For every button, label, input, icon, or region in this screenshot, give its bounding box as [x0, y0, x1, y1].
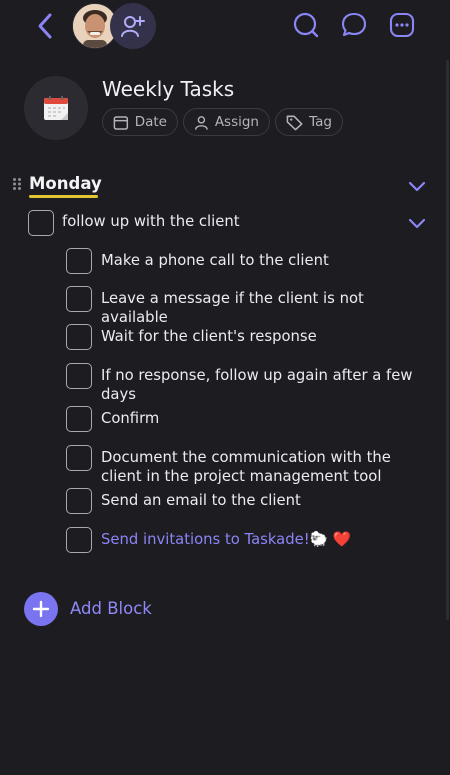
subtask[interactable]: Leave a message if the client is not ava…	[101, 289, 431, 327]
tag-icon	[286, 115, 303, 130]
more-options-button[interactable]	[385, 8, 419, 42]
date-chip-label: Date	[134, 114, 167, 130]
subtask-checkbox[interactable]	[66, 363, 92, 389]
add-person-icon	[121, 16, 145, 37]
chevron-down-icon	[408, 218, 426, 229]
add-block-label[interactable]: Add Block	[70, 599, 152, 618]
tag-chip-label: Tag	[309, 114, 332, 130]
chat-button[interactable]	[337, 8, 371, 42]
page-title[interactable]: Weekly Tasks	[102, 77, 234, 101]
collapse-task-button[interactable]	[406, 212, 428, 234]
person-icon	[195, 115, 208, 130]
chat-bubble-icon	[341, 12, 367, 37]
subtask-checkbox[interactable]	[66, 527, 92, 553]
tag-chip[interactable]: Tag	[275, 108, 343, 136]
subtask[interactable]: Wait for the client's response	[101, 327, 431, 346]
subtask-checkbox[interactable]	[66, 445, 92, 471]
subtask-checkbox[interactable]	[66, 324, 92, 350]
search-button[interactable]	[289, 8, 323, 42]
subtask[interactable]: If no response, follow up again after a …	[101, 366, 421, 404]
more-options-icon	[389, 12, 415, 38]
plus-icon	[32, 600, 50, 618]
subtask[interactable]: Document the communication with the clie…	[101, 448, 436, 486]
date-chip[interactable]: Date	[102, 108, 178, 136]
subtask[interactable]: Make a phone call to the client	[101, 251, 431, 270]
section-heading[interactable]: Monday	[29, 174, 102, 193]
subtask-checkbox[interactable]	[66, 248, 92, 274]
calendar-icon	[113, 115, 129, 130]
parent-task[interactable]: follow up with the client	[62, 212, 392, 231]
invite-member-button[interactable]	[110, 3, 156, 49]
chevron-left-icon	[38, 13, 52, 39]
collapse-section-button[interactable]	[406, 175, 428, 197]
subtask-checkbox[interactable]	[66, 286, 92, 312]
back-button[interactable]	[30, 8, 60, 44]
subtask[interactable]: Send an email to the client	[101, 491, 431, 510]
add-block-button[interactable]	[24, 592, 58, 626]
subtask-link[interactable]: Send invitations to Taskade!🐑 ❤️	[101, 530, 431, 549]
heading-underline	[29, 195, 98, 198]
calendar-icon	[44, 96, 68, 120]
subtask-checkbox[interactable]	[66, 488, 92, 514]
chevron-down-icon	[408, 181, 426, 192]
assign-chip-label: Assign	[214, 114, 259, 130]
drag-handle[interactable]	[12, 176, 22, 190]
assign-chip[interactable]: Assign	[183, 108, 270, 136]
subtask-checkbox[interactable]	[66, 406, 92, 432]
search-icon	[293, 12, 319, 38]
task-checkbox[interactable]	[28, 210, 54, 236]
drag-handle-icon	[13, 178, 21, 190]
subtask[interactable]: Confirm	[101, 409, 431, 428]
project-icon[interactable]	[24, 76, 88, 140]
scrollbar[interactable]	[446, 60, 449, 620]
